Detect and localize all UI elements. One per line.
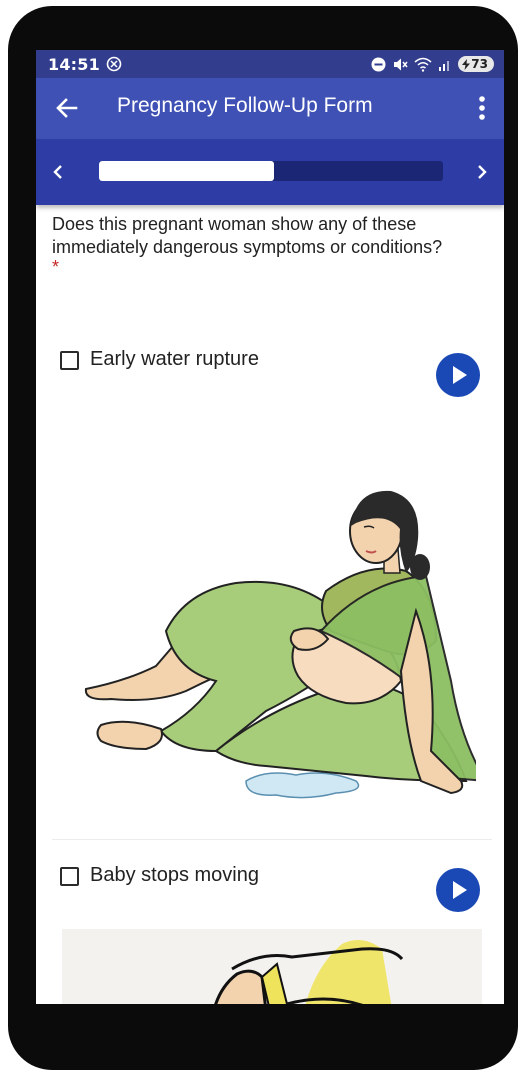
battery-level: 73: [471, 57, 488, 71]
battery-indicator: 73: [458, 56, 494, 72]
wifi-icon: [414, 57, 432, 72]
battery-charging-icon: [462, 58, 471, 70]
required-marker: *: [52, 257, 60, 277]
mute-icon: [394, 58, 408, 70]
early-water-rupture-illustration: [84, 490, 476, 799]
form-content: Does this pregnant woman show any of the…: [36, 205, 504, 1004]
signal-icon: [439, 60, 450, 71]
checkbox[interactable]: [60, 351, 79, 370]
play-icon[interactable]: [436, 868, 480, 912]
screen: 14:51 73 Pregnancy Follow-Up Form Does t…: [36, 50, 504, 1004]
arrow-left-icon[interactable]: [54, 95, 80, 121]
status-icons: 73: [371, 50, 494, 78]
form-navigation: [36, 139, 504, 205]
option-baby-stops-moving: Baby stops moving: [36, 817, 504, 1004]
option-label[interactable]: Baby stops moving: [90, 864, 259, 887]
question-text: Does this pregnant woman show any of the…: [52, 214, 443, 257]
page-title: Pregnancy Follow-Up Form: [117, 94, 373, 117]
chevron-left-icon[interactable]: [48, 159, 68, 185]
more-vert-icon[interactable]: [474, 94, 490, 124]
checkbox[interactable]: [60, 867, 79, 886]
play-icon[interactable]: [436, 353, 480, 397]
app-bar: Pregnancy Follow-Up Form: [36, 78, 504, 139]
progress-bar: [99, 161, 443, 181]
status-bar: 14:51 73: [36, 50, 504, 78]
chevron-right-icon[interactable]: [472, 159, 492, 185]
option-label[interactable]: Early water rupture: [90, 348, 259, 371]
phone-frame: 14:51 73 Pregnancy Follow-Up Form Does t…: [8, 6, 518, 1070]
cast-icon: [106, 56, 122, 72]
progress-fill: [99, 161, 275, 181]
baby-stops-moving-illustration: [62, 929, 482, 1004]
status-time: 14:51: [48, 54, 100, 74]
option-early-water-rupture: Early water rupture: [36, 301, 504, 801]
minus-circle-icon: [371, 57, 386, 71]
